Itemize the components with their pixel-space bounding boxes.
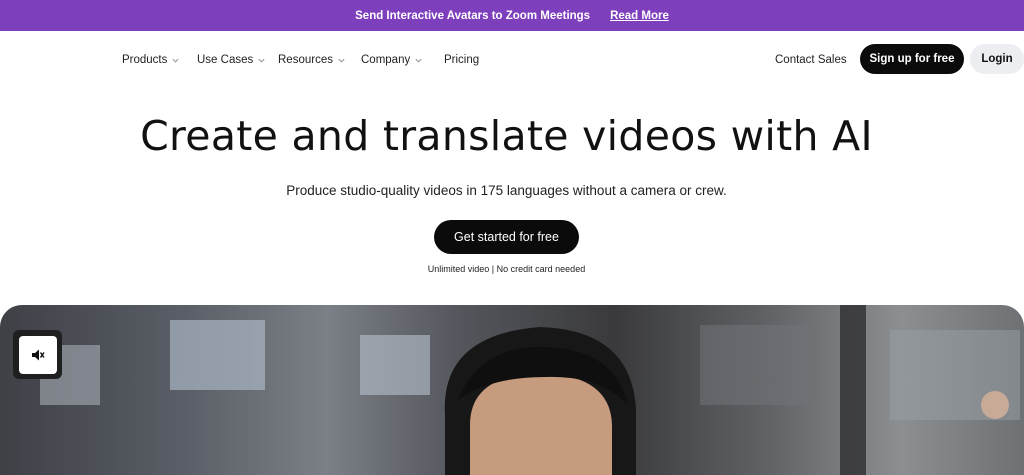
video-frame-image — [40, 305, 1020, 475]
hero-note: Unlimited video | No credit card needed — [427, 264, 586, 274]
page-title: Create and translate videos with AI — [140, 112, 873, 160]
contact-sales-link[interactable]: Contact Sales — [775, 31, 847, 89]
nav-label: Resources — [278, 54, 333, 66]
nav-label: Pricing — [444, 54, 480, 66]
get-started-button[interactable]: Get started for free — [434, 220, 579, 254]
mute-toggle-button[interactable] — [13, 330, 62, 379]
speaker-muted-icon — [31, 349, 45, 360]
main-nav: Products Use Cases Resources Company Pri… — [0, 31, 1024, 89]
banner-message: Send Interactive Avatars to Zoom Meeting… — [355, 9, 591, 22]
nav-label: Company — [361, 54, 411, 66]
hero-video[interactable] — [0, 305, 1024, 475]
signup-button[interactable]: Sign up for free — [860, 44, 964, 74]
login-button[interactable]: Login — [970, 44, 1024, 74]
announcement-banner: Send Interactive Avatars to Zoom Meeting… — [0, 0, 1024, 31]
nav-label: Use Cases — [197, 54, 254, 66]
hero-subtitle: Produce studio-quality videos in 175 lan… — [286, 183, 727, 198]
nav-item-company[interactable]: Company — [361, 31, 423, 89]
read-more-link[interactable]: Read More — [610, 10, 669, 22]
chevron-down-icon — [414, 56, 423, 65]
nav-label: Products — [122, 54, 168, 66]
nav-item-use-cases[interactable]: Use Cases — [197, 31, 266, 89]
mute-button-face — [18, 335, 57, 374]
nav-item-pricing[interactable]: Pricing — [444, 31, 479, 89]
nav-item-products[interactable]: Products — [122, 31, 180, 89]
chevron-down-icon — [337, 56, 346, 65]
chevron-down-icon — [171, 56, 180, 65]
contact-sales-label: Contact Sales — [775, 54, 847, 66]
nav-item-resources[interactable]: Resources — [278, 31, 346, 89]
chevron-down-icon — [257, 56, 266, 65]
